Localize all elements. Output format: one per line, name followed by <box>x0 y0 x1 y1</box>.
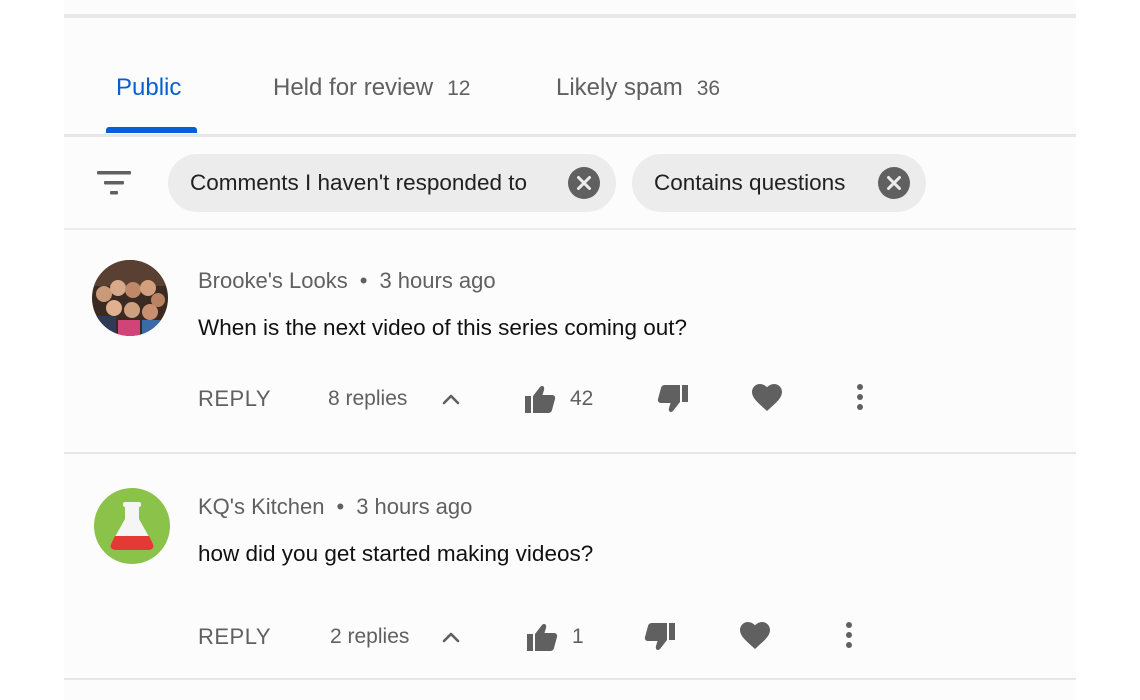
thumbs-down-icon[interactable] <box>657 384 689 414</box>
active-tab-indicator <box>106 127 197 133</box>
tabs-divider <box>64 134 1076 137</box>
comment-divider <box>64 452 1076 454</box>
replies-toggle[interactable]: 8 replies <box>328 387 407 411</box>
comment-meta: KQ's Kitchen • 3 hours ago <box>198 494 472 520</box>
chevron-up-icon[interactable] <box>440 627 462 649</box>
heart-icon[interactable] <box>752 384 782 412</box>
filter-chip-label: Comments I haven't responded to <box>190 170 527 195</box>
tab-spam-label: Likely spam <box>556 74 683 101</box>
tab-held-for-review[interactable]: Held for review 12 <box>273 74 470 102</box>
tab-likely-spam[interactable]: Likely spam 36 <box>556 74 720 102</box>
tab-held-count: 12 <box>447 77 471 100</box>
reply-button[interactable]: REPLY <box>198 386 271 412</box>
replies-toggle[interactable]: 2 replies <box>330 625 409 649</box>
meta-separator: • <box>359 268 368 293</box>
reply-button[interactable]: REPLY <box>198 624 271 650</box>
remove-filter-icon[interactable] <box>878 167 910 199</box>
comment-actions: REPLY 2 replies 1 <box>64 618 1076 658</box>
comment-item: Brooke's Looks • 3 hours ago When is the n… <box>64 230 1076 454</box>
filter-chip-questions[interactable]: Contains questions <box>632 154 926 212</box>
flask-icon <box>110 502 154 550</box>
thumbs-up-icon[interactable] <box>526 622 558 652</box>
comment-text: how did you get started making videos? <box>198 541 594 566</box>
chevron-up-icon[interactable] <box>440 389 462 411</box>
more-options-icon[interactable] <box>855 382 865 412</box>
filter-icon[interactable] <box>96 168 132 198</box>
comments-panel: Public Held for review 12 Likely spam 36 C… <box>64 0 1076 700</box>
comment-time[interactable]: 3 hours ago <box>356 494 472 519</box>
thumbs-down-icon[interactable] <box>644 622 676 652</box>
comment-text: When is the next video of this series co… <box>198 315 688 340</box>
comment-tabs: Public Held for review 12 Likely spam 36 <box>64 60 1076 136</box>
avatar[interactable] <box>92 260 168 336</box>
group-photo-avatar <box>92 260 168 336</box>
comment-item: KQ's Kitchen • 3 hours ago how did you get… <box>64 456 1076 680</box>
comment-meta: Brooke's Looks • 3 hours ago <box>198 268 496 294</box>
comment-author[interactable]: Brooke's Looks <box>198 268 348 293</box>
like-count: 42 <box>570 387 594 410</box>
like-count: 1 <box>572 625 584 648</box>
tab-held-label: Held for review <box>273 74 434 101</box>
more-options-icon[interactable] <box>844 620 854 650</box>
comment-divider <box>64 678 1076 680</box>
tab-public-label: Public <box>116 74 182 101</box>
heart-icon[interactable] <box>740 622 770 650</box>
meta-separator: • <box>336 494 345 519</box>
filter-chip-unresponded[interactable]: Comments I haven't responded to <box>168 154 616 212</box>
remove-filter-icon[interactable] <box>568 167 600 199</box>
comment-actions: REPLY 8 replies 42 <box>64 380 1076 420</box>
avatar[interactable] <box>94 488 170 564</box>
top-divider <box>64 14 1076 18</box>
tab-spam-count: 36 <box>696 77 721 100</box>
comment-time[interactable]: 3 hours ago <box>379 268 495 293</box>
comment-author[interactable]: KQ's Kitchen <box>198 494 324 519</box>
tab-public[interactable]: Public <box>116 74 181 102</box>
filter-chip-label: Contains questions <box>654 170 846 195</box>
thumbs-up-icon[interactable] <box>524 384 556 414</box>
